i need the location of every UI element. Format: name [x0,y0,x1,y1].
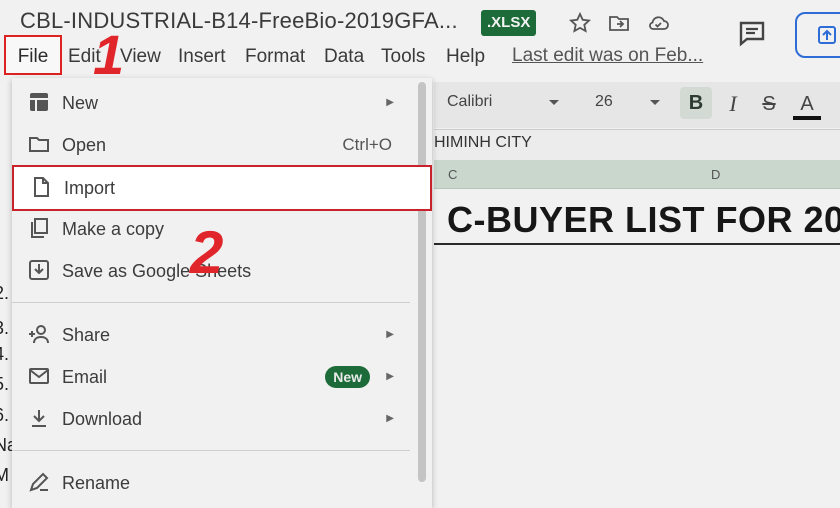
row-label: 3. [0,318,10,338]
menu-item-open[interactable]: Open Ctrl+O [12,124,432,166]
menu-divider [12,302,410,303]
column-header-c[interactable]: C [448,167,457,182]
menu-item-label: New [62,93,99,113]
menu-item-label: Email [62,367,108,387]
menu-data[interactable]: Data [324,45,364,69]
menu-item-label: Download [62,409,143,429]
submenu-arrow-icon: ▶ [386,329,394,340]
file-type-badge: .XLSX [481,10,537,36]
rename-icon [28,471,50,493]
italic-button[interactable]: I [719,90,747,118]
menu-item-share[interactable]: Share ▶ [12,314,432,356]
download-icon [28,407,50,429]
menu-item-label: Rename [62,473,131,493]
font-family-select[interactable]: Calibri [447,93,492,111]
row-label: 5. [0,374,10,394]
menu-item-shortcut: Ctrl+O [342,135,392,154]
new-badge: New [325,366,370,388]
comments-icon[interactable] [737,19,767,49]
strikethrough-button[interactable]: S [755,90,783,118]
add-person-icon [28,323,50,345]
font-dropdown-arrow-icon[interactable] [548,99,560,107]
column-header-row [434,160,840,189]
save-download-icon [28,259,50,281]
menu-item-rename[interactable]: Rename [12,462,432,504]
column-header-d[interactable]: D [711,167,720,182]
row-label: 6. [0,405,10,425]
menu-item-download[interactable]: Download ▶ [12,398,432,440]
menu-tools[interactable]: Tools [381,45,425,69]
menu-format[interactable]: Format [245,45,305,69]
formula-bar-text: HIMINH CITY [434,134,532,151]
file-icon [30,176,52,198]
star-icon[interactable] [568,11,592,35]
email-icon [28,365,50,387]
cloud-status-icon[interactable] [646,11,670,35]
text-color-swatch [793,116,821,120]
last-edit-link[interactable]: Last edit was on Feb... [512,45,703,67]
submenu-arrow-icon: ▶ [386,371,394,382]
row-label: M [0,465,9,485]
text-color-label: A [800,93,814,115]
share-icon [817,25,837,45]
move-to-folder-icon[interactable] [607,11,631,35]
document-title[interactable]: CBL-INDUSTRIAL-B14-FreeBio-2019GFA... [20,8,458,34]
menu-divider [12,450,410,451]
menu-insert[interactable]: Insert [178,45,226,69]
folder-icon [28,133,50,155]
row-label: 2. [0,283,10,303]
sheet-heading-cell[interactable]: C-BUYER LIST FOR 201 [447,199,840,241]
menu-view[interactable]: View [120,45,161,69]
bold-button[interactable]: B [680,87,712,119]
copy-icon [28,217,50,239]
menu-item-label: Make a copy [62,219,165,239]
cell-border [434,243,840,245]
row-label: 4. [0,344,10,364]
share-button[interactable] [795,12,840,58]
font-size-dropdown-arrow-icon[interactable] [649,99,661,107]
menu-item-label: Open [62,135,107,155]
menu-item-import[interactable]: Import [12,165,432,211]
submenu-arrow-icon: ▶ [386,413,394,424]
text-color-button[interactable]: A [793,90,821,120]
menu-item-label: Import [64,178,116,198]
submenu-arrow-icon: ▶ [386,97,394,108]
menu-item-email[interactable]: Email New ▶ [12,356,432,398]
menu-item-new[interactable]: New ▶ [12,82,432,124]
menu-help[interactable]: Help [446,45,485,69]
menu-file[interactable]: File [4,35,62,75]
step-1-annotation: 1 [93,23,125,86]
menu-item-label: Share [62,325,111,345]
new-spreadsheet-icon [28,91,50,113]
step-2-annotation: 2 [190,219,224,286]
font-size-select[interactable]: 26 [595,93,613,111]
